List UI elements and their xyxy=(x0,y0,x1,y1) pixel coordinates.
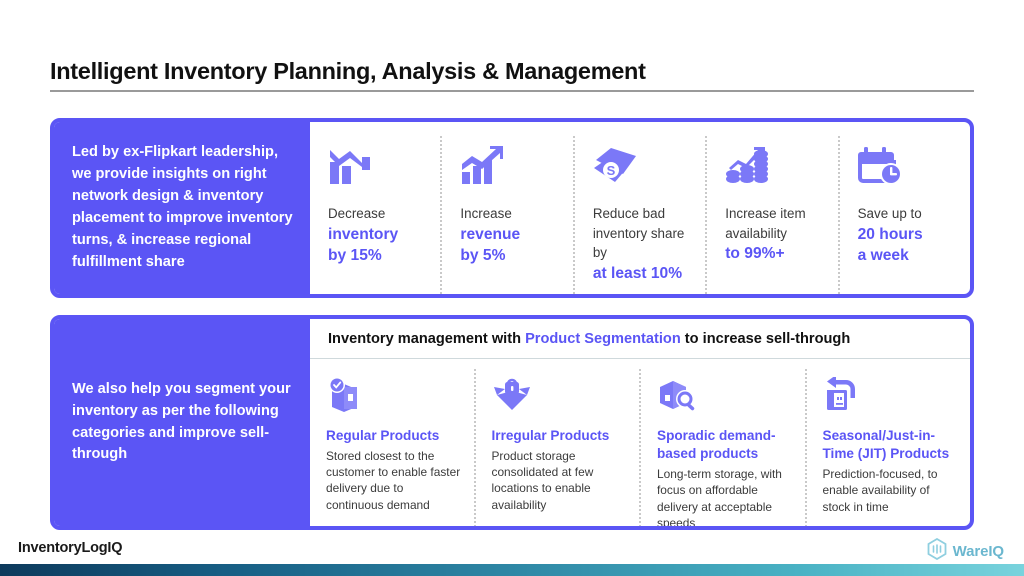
segmentation-card-desc: Long-term storage, with focus on afforda… xyxy=(657,467,782,530)
money-bills-icon: S xyxy=(593,146,691,190)
stat-text: Save up to 20 hours a week xyxy=(858,204,956,266)
segmentation-card: Irregular Products Product storage conso… xyxy=(476,369,641,526)
inventorylogiq-brand: InventoryLogIQ xyxy=(18,540,123,556)
stat-card: Increase item availability to 99%+ xyxy=(707,136,840,294)
segmentation-card-title: Regular Products xyxy=(326,428,440,443)
segmentation-header: Inventory management with Product Segmen… xyxy=(310,319,970,359)
stat-lead: Increase item availability xyxy=(725,206,806,241)
segmentation-card-title: Seasonal/Just-in-Time (JIT) Products xyxy=(822,428,950,462)
segmentation-card-desc: Stored closest to the customer to enable… xyxy=(326,449,461,512)
segmentation-card-title: Irregular Products xyxy=(491,428,610,443)
stat-lead: Increase xyxy=(460,206,512,221)
svg-text:S: S xyxy=(606,163,615,178)
segmentation-panel-aside: We also help you segment your inventory … xyxy=(54,319,310,526)
stat-text: Increase revenue by 5% xyxy=(460,204,558,266)
segmentation-card-desc: Prediction-focused, to enable availabili… xyxy=(822,467,938,514)
stat-text: Increase item availability to 99%+ xyxy=(725,204,823,264)
box-check-icon xyxy=(326,377,462,419)
benefits-panel-aside: Led by ex-Flipkart leadership, we provid… xyxy=(54,122,310,294)
page-title: Intelligent Inventory Planning, Analysis… xyxy=(50,58,646,84)
stat-text: Decrease inventory by 15% xyxy=(328,204,426,266)
stat-text: Reduce bad inventory share by at least 1… xyxy=(593,204,691,284)
wareiq-logo: WareIQ xyxy=(927,537,1004,565)
stat-accent-1: to 99%+ xyxy=(725,245,785,263)
title-divider xyxy=(50,90,974,92)
benefits-aside-text: Led by ex-Flipkart leadership, we provid… xyxy=(72,144,293,270)
calendar-clock-icon xyxy=(857,146,956,190)
box-return-icon xyxy=(823,377,959,419)
stat-card: S Reduce bad inventory share by at least… xyxy=(575,136,708,294)
box-lock-icon xyxy=(492,377,628,419)
segmentation-card-title: Sporadic demand-based products xyxy=(657,428,776,462)
segmentation-card-desc: Product storage consolidated at few loca… xyxy=(491,449,594,512)
wareiq-hexagon-icon xyxy=(927,537,947,565)
segmentation-card: Regular Products Stored closest to the c… xyxy=(310,369,476,526)
stat-accent-1: revenue xyxy=(460,225,521,243)
segmentation-header-after: to increase sell-through xyxy=(680,331,851,347)
segmentation-header-before: Inventory management with xyxy=(328,331,526,347)
bar-chart-up-icon xyxy=(460,146,558,190)
stat-accent-1: at least 10% xyxy=(592,264,683,282)
stat-lead: Decrease xyxy=(328,206,386,221)
coins-growth-icon xyxy=(725,146,823,190)
stat-accent-1: inventory xyxy=(328,225,399,243)
stat-lead: Save up to xyxy=(857,206,922,221)
segmentation-card: Seasonal/Just-in-Time (JIT) Products Pre… xyxy=(807,369,971,526)
segmentation-body: Inventory management with Product Segmen… xyxy=(310,319,970,526)
segmentation-card-list: Regular Products Stored closest to the c… xyxy=(310,359,971,530)
stat-lead: Reduce bad inventory share by xyxy=(592,206,685,261)
stat-accent-2: by 5% xyxy=(460,246,506,264)
segmentation-card: Sporadic demand-based products Long-term… xyxy=(641,369,807,530)
stat-card: Save up to 20 hours a week xyxy=(840,136,970,294)
benefits-panel: Led by ex-Flipkart leadership, we provid… xyxy=(50,118,974,298)
stat-accent-1: 20 hours xyxy=(857,225,923,243)
benefits-stat-list: Decrease inventory by 15% Increase reven… xyxy=(310,122,970,294)
box-search-icon xyxy=(657,377,793,419)
segmentation-aside-text: We also help you segment your inventory … xyxy=(72,380,291,463)
stat-accent-2: a week xyxy=(857,246,909,264)
segmentation-panel: We also help you segment your inventory … xyxy=(50,315,974,530)
stat-card: Decrease inventory by 15% xyxy=(310,136,443,294)
segmentation-header-accent: Product Segmentation xyxy=(525,331,681,347)
footer-gradient-bar xyxy=(0,564,1024,576)
bar-chart-down-icon xyxy=(328,146,426,190)
stat-card: Increase revenue by 5% xyxy=(442,136,575,294)
wareiq-wordmark: WareIQ xyxy=(952,543,1004,560)
stat-accent-2: by 15% xyxy=(328,246,382,264)
